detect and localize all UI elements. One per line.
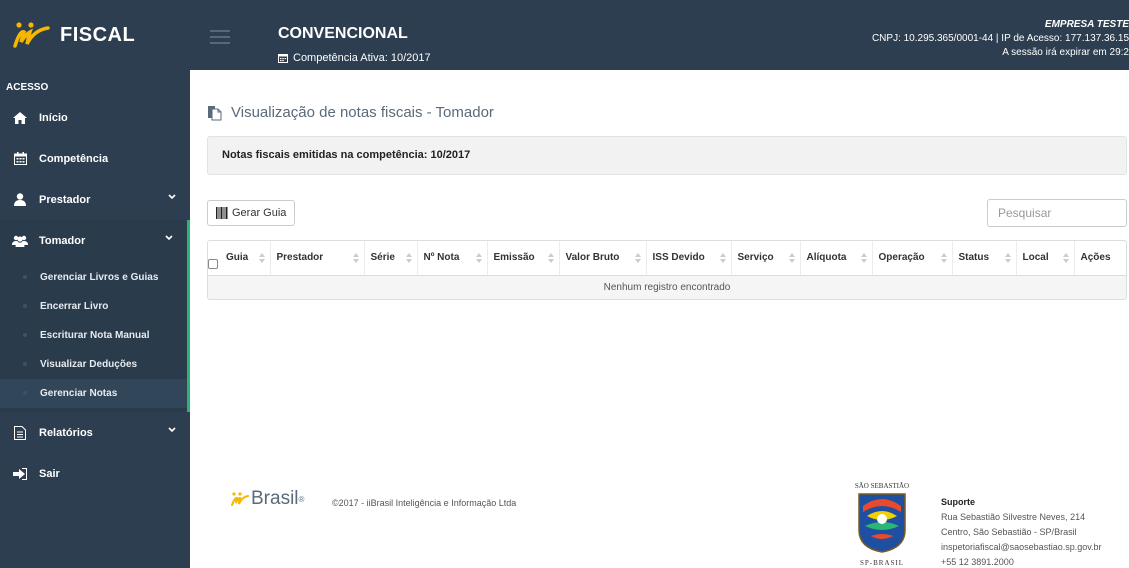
competencia-info-box: Notas fiscais emitidas na competência: 1… (207, 136, 1127, 175)
column-header-guia[interactable]: Guia (220, 241, 271, 276)
column-header-local[interactable]: Local (1016, 241, 1075, 276)
sign-out-icon (12, 467, 28, 481)
users-icon (12, 234, 28, 248)
sidebar-item-competencia[interactable]: Competência (0, 138, 190, 179)
table-row: Nenhum registro encontrado (208, 275, 1126, 299)
column-header-emissao[interactable]: Emissão (487, 241, 560, 276)
tomador-submenu: Gerenciar Livros e Guias Encerrar Livro … (0, 261, 190, 412)
support-address: Rua Sebastião Silvestre Neves, 214 (941, 512, 1086, 522)
sidebar-item-prestador[interactable]: Prestador (0, 179, 190, 220)
copy-document-icon (208, 105, 222, 120)
sort-icon (940, 253, 947, 263)
sidebar-item-tomador[interactable]: Tomador (0, 220, 190, 261)
seal-bottom-text: SP-BRASIL (859, 559, 904, 567)
sidebar-item-inicio[interactable]: Início (0, 97, 190, 138)
city-seal: SÃO SEBASTIÃO SP-BRASIL (853, 482, 911, 568)
sidebar-section-title: ACESSO (6, 82, 49, 93)
sort-icon (475, 253, 482, 263)
chevron-down-icon (168, 427, 176, 433)
sidebar-item-label: Prestador (39, 193, 91, 206)
sidebar-item-label: Relatórios (39, 426, 93, 439)
column-header-operacao[interactable]: Operação (872, 241, 953, 276)
sort-icon (1062, 253, 1069, 263)
sidebar-subitem-escriturar-nota[interactable]: Escriturar Nota Manual (0, 321, 187, 350)
copyright: ©2017 - iiBrasil Inteligência e Informaç… (332, 498, 517, 508)
sidebar: FISCAL ACESSO Início Competência Prestad… (0, 0, 190, 568)
sort-icon (352, 253, 359, 263)
support-info: Suporte Rua Sebastião Silvestre Neves, 2… (941, 495, 1102, 568)
city-coat-of-arms-icon (858, 493, 906, 553)
search-input[interactable] (987, 199, 1127, 227)
select-all-checkbox[interactable] (208, 241, 220, 276)
header-account-info: EMPRESA TESTE CNPJ: 10.295.365/0001-44 |… (872, 18, 1129, 60)
column-header-aliquota[interactable]: Alíquota (800, 241, 873, 276)
chevron-down-icon (168, 194, 176, 200)
active-competencia: Competência Ativa: 10/2017 (278, 52, 431, 64)
column-header-servico[interactable]: Serviço (731, 241, 801, 276)
sort-icon (788, 253, 795, 263)
sidebar-item-label: Sair (39, 467, 60, 480)
sidebar-item-sair[interactable]: Sair (0, 453, 190, 494)
menu-toggle-icon[interactable] (210, 30, 230, 44)
column-header-valor-bruto[interactable]: Valor Bruto (559, 241, 647, 276)
column-header-status[interactable]: Status (952, 241, 1017, 276)
page-title: Visualização de notas fiscais - Tomador (207, 104, 494, 121)
session-timer: A sessão irá expirar em 29:2 (1002, 47, 1129, 58)
user-icon (12, 193, 28, 207)
brand-name: FISCAL (60, 23, 136, 46)
support-title: Suporte (941, 497, 976, 507)
main-content: Visualização de notas fiscais - Tomador … (190, 70, 1129, 568)
column-header-iss-devido[interactable]: ISS Devido (646, 241, 732, 276)
company-name: EMPRESA TESTE (1044, 19, 1129, 30)
empty-table-message: Nenhum registro encontrado (208, 275, 1126, 299)
top-bar: CONVENCIONAL Competência Ativa: 10/2017 … (190, 0, 1129, 70)
sort-icon (1004, 253, 1011, 263)
home-icon (12, 111, 28, 125)
sidebar-subitem-encerrar-livro[interactable]: Encerrar Livro (0, 292, 187, 321)
competencia-label: Competência Ativa: 10/2017 (293, 52, 431, 64)
iibrasil-logo-icon (231, 492, 249, 506)
sort-icon (719, 253, 726, 263)
column-header-numero-nota[interactable]: Nº Nota (417, 241, 488, 276)
calendar-icon (12, 152, 28, 166)
seal-top-text: SÃO SEBASTIÃO (854, 482, 910, 490)
sidebar-subitem-gerenciar-notas[interactable]: Gerenciar Notas (0, 379, 187, 408)
file-text-icon (12, 425, 28, 440)
sidebar-item-label: Tomador (39, 234, 86, 247)
gerar-guia-button[interactable]: Gerar Guia (207, 200, 296, 226)
sidebar-item-label: Início (39, 111, 68, 124)
fiscal-logo-icon (13, 22, 50, 48)
support-phone: +55 12 3891.2000 (941, 557, 1014, 567)
sidebar-item-relatorios[interactable]: Relatórios (0, 412, 190, 453)
gerar-guia-label: Gerar Guia (232, 207, 287, 219)
footer-brand-name: Brasil (251, 488, 299, 509)
table-header-row: Guia Prestador Série Nº Nota Emissão Val… (208, 241, 1126, 276)
brand[interactable]: FISCAL (0, 0, 190, 70)
notas-table: Guia Prestador Série Nº Nota Emissão Val… (207, 240, 1127, 300)
sidebar-subitem-gerenciar-livros[interactable]: Gerenciar Livros e Guias (0, 263, 187, 292)
footer-brand[interactable]: Brasil ® (231, 488, 304, 510)
calendar-icon (278, 54, 288, 63)
cnpj-ip-info: CNPJ: 10.295.365/0001-44 | IP de Acesso:… (871, 33, 1129, 44)
sort-icon (405, 253, 412, 263)
chevron-down-icon (165, 235, 173, 241)
sidebar-item-label: Competência (39, 152, 109, 165)
module-title: CONVENCIONAL (278, 25, 408, 42)
column-header-acoes: Ações (1074, 241, 1126, 276)
barcode-icon (216, 207, 228, 219)
support-email[interactable]: inspetoriafiscal@saosebastiao.sp.gov.br (941, 540, 1102, 555)
sidebar-subitem-visualizar-deducoes[interactable]: Visualizar Deduções (0, 350, 187, 379)
support-city: Centro, São Sebastião - SP/Brasil (941, 527, 1077, 537)
column-header-serie[interactable]: Série (364, 241, 418, 276)
page-title-text: Visualização de notas fiscais - Tomador (231, 104, 494, 121)
sort-icon (547, 253, 554, 263)
column-header-prestador[interactable]: Prestador (270, 241, 365, 276)
sort-icon (634, 253, 641, 263)
sort-icon (258, 253, 265, 263)
sort-icon (860, 253, 867, 263)
